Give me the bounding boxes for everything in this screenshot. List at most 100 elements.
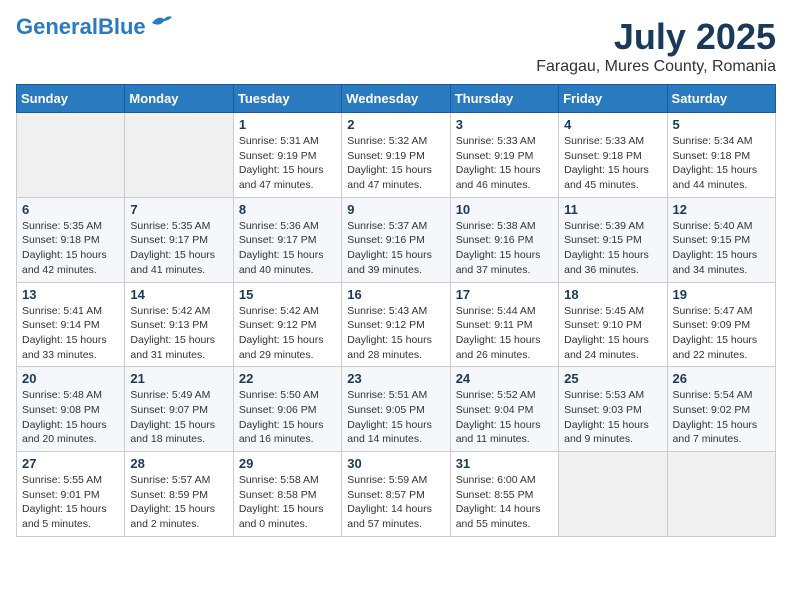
day-info: Sunrise: 5:53 AMSunset: 9:03 PMDaylight:…	[564, 388, 661, 447]
day-number: 22	[239, 371, 336, 386]
day-number: 26	[673, 371, 770, 386]
calendar-table: SundayMondayTuesdayWednesdayThursdayFrid…	[16, 84, 776, 537]
day-number: 23	[347, 371, 444, 386]
day-info: Sunrise: 5:52 AMSunset: 9:04 PMDaylight:…	[456, 388, 553, 447]
day-info: Sunrise: 5:39 AMSunset: 9:15 PMDaylight:…	[564, 219, 661, 278]
day-number: 14	[130, 287, 227, 302]
calendar-cell: 7 Sunrise: 5:35 AMSunset: 9:17 PMDaylight…	[125, 197, 233, 282]
day-info: Sunrise: 5:33 AMSunset: 9:19 PMDaylight:…	[456, 134, 553, 193]
day-info: Sunrise: 5:45 AMSunset: 9:10 PMDaylight:…	[564, 304, 661, 363]
day-number: 12	[673, 202, 770, 217]
day-number: 24	[456, 371, 553, 386]
day-info: Sunrise: 5:51 AMSunset: 9:05 PMDaylight:…	[347, 388, 444, 447]
day-number: 16	[347, 287, 444, 302]
calendar-cell	[125, 113, 233, 198]
month-title: July 2025	[536, 16, 776, 58]
day-info: Sunrise: 5:40 AMSunset: 9:15 PMDaylight:…	[673, 219, 770, 278]
day-info: Sunrise: 5:58 AMSunset: 8:58 PMDaylight:…	[239, 473, 336, 532]
calendar-cell: 9 Sunrise: 5:37 AMSunset: 9:16 PMDaylight…	[342, 197, 450, 282]
day-number: 11	[564, 202, 661, 217]
day-number: 30	[347, 456, 444, 471]
day-info: Sunrise: 6:00 AMSunset: 8:55 PMDaylight:…	[456, 473, 553, 532]
day-number: 4	[564, 117, 661, 132]
day-number: 9	[347, 202, 444, 217]
day-info: Sunrise: 5:37 AMSunset: 9:16 PMDaylight:…	[347, 219, 444, 278]
day-number: 27	[22, 456, 119, 471]
day-number: 2	[347, 117, 444, 132]
weekday-header: Thursday	[450, 85, 558, 113]
day-number: 31	[456, 456, 553, 471]
calendar-cell: 26 Sunrise: 5:54 AMSunset: 9:02 PMDayligh…	[667, 367, 775, 452]
day-info: Sunrise: 5:35 AMSunset: 9:18 PMDaylight:…	[22, 219, 119, 278]
calendar-week-row: 6 Sunrise: 5:35 AMSunset: 9:18 PMDaylight…	[17, 197, 776, 282]
weekday-header: Wednesday	[342, 85, 450, 113]
calendar-cell: 27Sunrise: 5:55 AMSunset: 9:01 PMDayligh…	[17, 452, 125, 537]
day-info: Sunrise: 5:36 AMSunset: 9:17 PMDaylight:…	[239, 219, 336, 278]
day-number: 13	[22, 287, 119, 302]
day-number: 19	[673, 287, 770, 302]
day-info: Sunrise: 5:49 AMSunset: 9:07 PMDaylight:…	[130, 388, 227, 447]
day-info: Sunrise: 5:50 AMSunset: 9:06 PMDaylight:…	[239, 388, 336, 447]
calendar-cell: 5Sunrise: 5:34 AMSunset: 9:18 PMDaylight…	[667, 113, 775, 198]
weekday-header: Friday	[559, 85, 667, 113]
day-number: 18	[564, 287, 661, 302]
day-number: 15	[239, 287, 336, 302]
calendar-cell: 18 Sunrise: 5:45 AMSunset: 9:10 PMDayligh…	[559, 282, 667, 367]
calendar-cell: 29 Sunrise: 5:58 AMSunset: 8:58 PMDayligh…	[233, 452, 341, 537]
calendar-cell	[667, 452, 775, 537]
day-number: 29	[239, 456, 336, 471]
calendar-cell: 31 Sunrise: 6:00 AMSunset: 8:55 PMDayligh…	[450, 452, 558, 537]
weekday-header: Monday	[125, 85, 233, 113]
day-number: 7	[130, 202, 227, 217]
calendar-cell: 24 Sunrise: 5:52 AMSunset: 9:04 PMDayligh…	[450, 367, 558, 452]
logo-bird-icon	[150, 13, 172, 31]
calendar-cell: 11 Sunrise: 5:39 AMSunset: 9:15 PMDayligh…	[559, 197, 667, 282]
day-info: Sunrise: 5:42 AMSunset: 9:13 PMDaylight:…	[130, 304, 227, 363]
day-number: 6	[22, 202, 119, 217]
calendar-cell: 6 Sunrise: 5:35 AMSunset: 9:18 PMDaylight…	[17, 197, 125, 282]
calendar-cell: 3 Sunrise: 5:33 AMSunset: 9:19 PMDaylight…	[450, 113, 558, 198]
day-info: Sunrise: 5:38 AMSunset: 9:16 PMDaylight:…	[456, 219, 553, 278]
day-info: Sunrise: 5:32 AMSunset: 9:19 PMDaylight:…	[347, 134, 444, 193]
calendar-cell: 13 Sunrise: 5:41 AMSunset: 9:14 PMDayligh…	[17, 282, 125, 367]
day-info: Sunrise: 5:48 AMSunset: 9:08 PMDaylight:…	[22, 388, 119, 447]
day-info: Sunrise: 5:35 AMSunset: 9:17 PMDaylight:…	[130, 219, 227, 278]
day-info: Sunrise: 5:47 AMSunset: 9:09 PMDaylight:…	[673, 304, 770, 363]
calendar-cell: 1Sunrise: 5:31 AMSunset: 9:19 PMDaylight…	[233, 113, 341, 198]
day-number: 5	[673, 117, 770, 132]
weekday-header-row: SundayMondayTuesdayWednesdayThursdayFrid…	[17, 85, 776, 113]
day-info: Sunrise: 5:44 AMSunset: 9:11 PMDaylight:…	[456, 304, 553, 363]
calendar-cell: 4 Sunrise: 5:33 AMSunset: 9:18 PMDaylight…	[559, 113, 667, 198]
day-info: Sunrise: 5:54 AMSunset: 9:02 PMDaylight:…	[673, 388, 770, 447]
day-info: Sunrise: 5:57 AMSunset: 8:59 PMDaylight:…	[130, 473, 227, 532]
title-area: July 2025 Faragau, Mures County, Romania	[536, 16, 776, 76]
calendar-cell: 25Sunrise: 5:53 AMSunset: 9:03 PMDayligh…	[559, 367, 667, 452]
calendar-cell: 19 Sunrise: 5:47 AMSunset: 9:09 PMDayligh…	[667, 282, 775, 367]
calendar-cell: 22 Sunrise: 5:50 AMSunset: 9:06 PMDayligh…	[233, 367, 341, 452]
logo-text: GeneralBlue	[16, 16, 146, 38]
day-number: 28	[130, 456, 227, 471]
day-number: 21	[130, 371, 227, 386]
calendar-cell: 2 Sunrise: 5:32 AMSunset: 9:19 PMDaylight…	[342, 113, 450, 198]
day-info: Sunrise: 5:33 AMSunset: 9:18 PMDaylight:…	[564, 134, 661, 193]
weekday-header: Sunday	[17, 85, 125, 113]
calendar-cell: 8 Sunrise: 5:36 AMSunset: 9:17 PMDaylight…	[233, 197, 341, 282]
logo: GeneralBlue	[16, 16, 172, 38]
calendar-cell: 21 Sunrise: 5:49 AMSunset: 9:07 PMDayligh…	[125, 367, 233, 452]
day-number: 10	[456, 202, 553, 217]
day-info: Sunrise: 5:43 AMSunset: 9:12 PMDaylight:…	[347, 304, 444, 363]
calendar-cell: 16 Sunrise: 5:43 AMSunset: 9:12 PMDayligh…	[342, 282, 450, 367]
weekday-header: Tuesday	[233, 85, 341, 113]
day-info: Sunrise: 5:31 AMSunset: 9:19 PMDaylight:…	[239, 134, 336, 193]
day-number: 17	[456, 287, 553, 302]
header: GeneralBlue July 2025 Faragau, Mures Cou…	[16, 16, 776, 76]
day-number: 8	[239, 202, 336, 217]
calendar-cell: 30 Sunrise: 5:59 AMSunset: 8:57 PMDayligh…	[342, 452, 450, 537]
calendar-week-row: 1Sunrise: 5:31 AMSunset: 9:19 PMDaylight…	[17, 113, 776, 198]
calendar-week-row: 20Sunrise: 5:48 AMSunset: 9:08 PMDayligh…	[17, 367, 776, 452]
day-info: Sunrise: 5:59 AMSunset: 8:57 PMDaylight:…	[347, 473, 444, 532]
day-number: 3	[456, 117, 553, 132]
calendar-week-row: 13 Sunrise: 5:41 AMSunset: 9:14 PMDayligh…	[17, 282, 776, 367]
day-info: Sunrise: 5:41 AMSunset: 9:14 PMDaylight:…	[22, 304, 119, 363]
calendar-cell: 17 Sunrise: 5:44 AMSunset: 9:11 PMDayligh…	[450, 282, 558, 367]
